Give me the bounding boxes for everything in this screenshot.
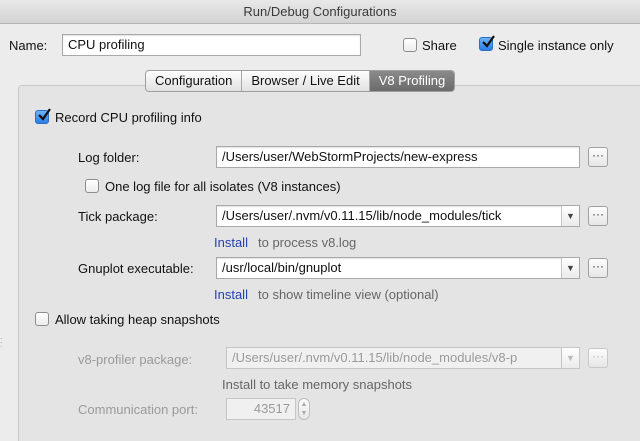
profiler-install-text: Install to take memory snapshots — [222, 377, 413, 392]
ellipsis-icon: ··· — [592, 148, 604, 162]
tick-package-dropdown-arrow[interactable]: ▼ — [561, 206, 579, 226]
tick-package-combo[interactable]: /Users/user/.nvm/v0.11.15/lib/node_modul… — [216, 205, 580, 227]
one-log-label: One log file for all isolates (V8 instan… — [105, 179, 341, 194]
gnuplot-value: /usr/local/bin/gnuplot — [222, 260, 342, 275]
gnuplot-browse-button[interactable]: ··· — [588, 258, 608, 278]
gnuplot-dropdown-arrow[interactable]: ▼ — [561, 258, 579, 278]
gnuplot-label: Gnuplot executable: — [78, 261, 194, 276]
name-field[interactable]: CPU profiling — [62, 34, 361, 56]
log-folder-label: Log folder: — [78, 150, 140, 165]
profiler-package-value: /Users/user/.nvm/v0.11.15/lib/node_modul… — [232, 350, 518, 365]
port-spinner[interactable]: ▲ ▼ — [298, 398, 310, 420]
record-cpu-checkbox[interactable] — [35, 108, 51, 124]
tab-browser-live-edit[interactable]: Browser / Live Edit — [242, 71, 370, 91]
tick-install-text: to process v8.log — [258, 235, 357, 250]
profiler-package-dropdown-arrow[interactable]: ▼ — [561, 348, 579, 368]
heap-snapshots-checkbox[interactable] — [35, 312, 49, 326]
chevron-down-icon: ▼ — [566, 211, 575, 221]
single-instance-label: Single instance only — [498, 38, 614, 53]
profiler-package-label: v8-profiler package: — [78, 352, 193, 367]
share-label: Share — [422, 38, 457, 53]
profiler-package-browse-button[interactable]: ··· — [588, 348, 608, 368]
ellipsis-icon: ··· — [592, 207, 604, 221]
port-label: Communication port: — [78, 402, 198, 417]
up-down-arrows-icon: ▲ ▼ — [300, 401, 308, 417]
profiler-package-combo[interactable]: /Users/user/.nvm/v0.11.15/lib/node_modul… — [226, 347, 580, 369]
checkmark-icon — [482, 35, 495, 48]
log-folder-field[interactable]: /Users/user/WebStormProjects/new-express — [216, 146, 580, 168]
window-title: Run/Debug Configurations — [0, 0, 640, 24]
tab-bar: Configuration Browser / Live Edit V8 Pro… — [145, 70, 456, 92]
tick-install-link[interactable]: Install — [214, 235, 248, 250]
record-cpu-label: Record CPU profiling info — [55, 110, 202, 125]
tab-v8-profiling[interactable]: V8 Profiling — [369, 71, 455, 91]
heap-snapshots-label: Allow taking heap snapshots — [55, 312, 220, 327]
log-folder-browse-button[interactable]: ··· — [588, 147, 608, 167]
port-field[interactable]: 43517 — [226, 398, 296, 420]
resize-grip-icon: :: — [0, 335, 3, 349]
tick-package-browse-button[interactable]: ··· — [588, 206, 608, 226]
name-label: Name: — [9, 38, 48, 53]
tick-package-value: /Users/user/.nvm/v0.11.15/lib/node_modul… — [222, 208, 502, 223]
single-instance-checkbox[interactable] — [479, 35, 495, 51]
gnuplot-combo[interactable]: /usr/local/bin/gnuplot — [216, 257, 580, 279]
ellipsis-icon: ··· — [592, 349, 604, 363]
chevron-down-icon: ▼ — [566, 353, 575, 363]
chevron-down-icon: ▼ — [566, 263, 575, 273]
one-log-checkbox[interactable] — [85, 179, 99, 193]
tab-configuration[interactable]: Configuration — [146, 71, 243, 91]
ellipsis-icon: ··· — [592, 259, 604, 273]
gnuplot-install-text: to show timeline view (optional) — [258, 287, 439, 302]
checkmark-icon — [38, 108, 51, 121]
gnuplot-install-link[interactable]: Install — [214, 287, 248, 302]
share-checkbox[interactable] — [403, 38, 417, 52]
tick-package-label: Tick package: — [78, 209, 158, 224]
